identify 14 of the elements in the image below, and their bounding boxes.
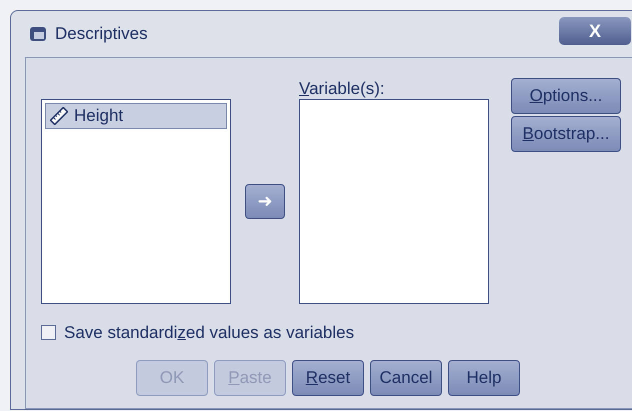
checkbox[interactable] [41, 325, 56, 340]
dialog-button[interactable]: Reset [292, 360, 364, 396]
list-label: Variable(s): [299, 78, 386, 99]
checkbox-label: Save standardized values as variables [64, 322, 354, 344]
window-title: Descriptives [55, 23, 148, 46]
dialog-button[interactable]: Help [448, 360, 520, 396]
source-list[interactable]: Height [41, 99, 231, 304]
move-button[interactable]: ➜ [245, 184, 285, 219]
close-button[interactable]: X [559, 17, 631, 45]
dialog-button[interactable]: Bootstrap... [511, 116, 621, 152]
variables-list[interactable] [299, 99, 489, 304]
dialog-button[interactable]: Cancel [370, 360, 442, 396]
dialog-button[interactable]: Options... [511, 78, 621, 114]
list-item[interactable]: Height [45, 103, 227, 129]
